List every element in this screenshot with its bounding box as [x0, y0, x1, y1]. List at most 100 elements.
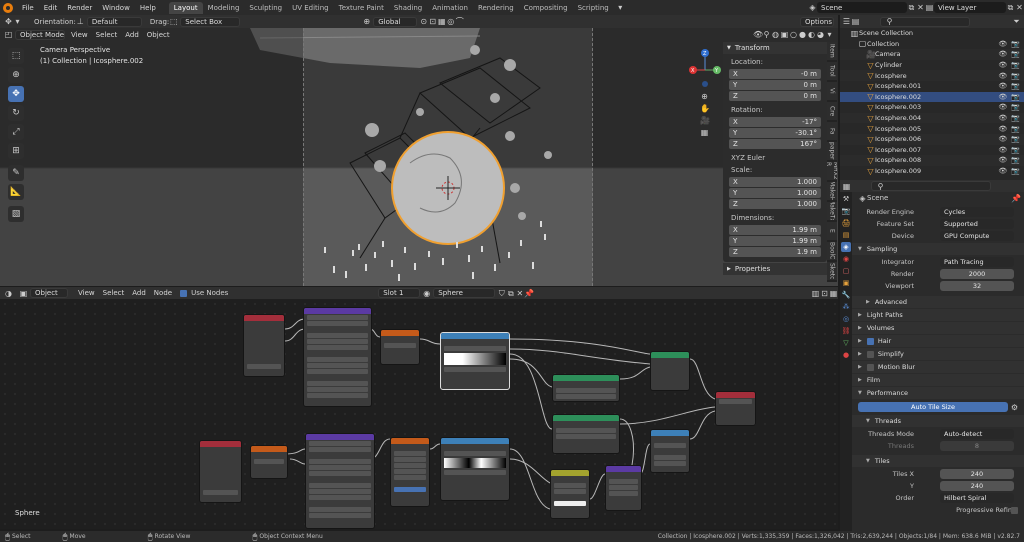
tiles-y-field[interactable]: 240	[940, 481, 1014, 491]
particles-tab-icon[interactable]: ⁂	[841, 302, 851, 312]
sidebar-tab-mhx2[interactable]: MHX2 R	[827, 162, 837, 180]
render-camera-icon[interactable]: 📷	[1011, 72, 1020, 80]
simplify-checkbox[interactable]	[866, 350, 874, 358]
shading-material-icon[interactable]: ◐	[807, 30, 816, 39]
menu-help[interactable]: Help	[135, 4, 161, 12]
film-section[interactable]: ▶ Film	[852, 374, 1024, 386]
viewport-menu-object[interactable]: Object	[143, 31, 174, 39]
pin-icon[interactable]: 📌	[1011, 194, 1021, 203]
menu-edit[interactable]: Edit	[39, 4, 63, 12]
outliner-item[interactable]: ▽ Icosphere.001 👁 📷	[840, 81, 1024, 92]
use-nodes-checkbox[interactable]	[180, 289, 188, 297]
tool-tab-icon[interactable]: ⚒	[841, 194, 851, 204]
world-tab-icon[interactable]: ◉	[841, 254, 851, 264]
render-tab-icon[interactable]: 📷	[841, 206, 851, 216]
node-noise-texture-bottom[interactable]	[390, 437, 430, 507]
menu-render[interactable]: Render	[62, 4, 97, 12]
render-camera-icon[interactable]: 📷	[1011, 40, 1020, 48]
rotation-y-field[interactable]: Y -30.1°	[729, 128, 821, 138]
editor-type-icon[interactable]: ◰	[4, 30, 13, 39]
copy-scene-icon[interactable]: ⧉	[907, 3, 916, 12]
snap-target-icon[interactable]: ▦	[437, 17, 446, 26]
camera-view-icon[interactable]: 🎥	[700, 116, 710, 125]
node-material-output[interactable]	[715, 391, 756, 426]
node-menu-select[interactable]: Select	[99, 289, 129, 297]
render-camera-icon[interactable]: 📷	[1011, 93, 1020, 101]
properties-panel-header[interactable]: ▶ Properties	[723, 263, 827, 275]
visibility-eye-icon[interactable]: 👁	[998, 93, 1007, 101]
drag-dropdown[interactable]: Select Box	[180, 16, 241, 27]
tab-layout[interactable]: Layout	[168, 1, 203, 14]
transform-orientation-dropdown[interactable]: Global	[373, 16, 418, 27]
feature-set-dropdown[interactable]: Supported	[940, 219, 1014, 229]
render-camera-icon[interactable]: 📷	[1011, 135, 1020, 143]
xray-icon[interactable]: ▣	[780, 30, 789, 39]
select-box-tool-icon[interactable]: ⬚	[8, 48, 24, 64]
render-camera-icon[interactable]: 📷	[1011, 50, 1020, 58]
sidebar-tab-paper[interactable]: paper	[827, 142, 837, 160]
outliner-scene-collection[interactable]: ▥ Scene Collection	[840, 28, 1024, 39]
slot-dropdown[interactable]: Slot 1	[378, 288, 421, 298]
visibility-eye-icon[interactable]: 👁	[998, 61, 1007, 69]
tab-scripting[interactable]: Scripting	[573, 2, 614, 14]
tiles-section[interactable]: ▼ Tiles	[852, 455, 1024, 467]
visibility-eye-icon[interactable]: 👁	[998, 40, 1007, 48]
auto-tile-size-button[interactable]: Auto Tile Size	[858, 402, 1008, 412]
sidebar-tab-item[interactable]: Item	[827, 42, 837, 60]
advanced-section[interactable]: ▶ Advanced	[852, 296, 1024, 308]
viewport-samples-field[interactable]: 32	[940, 281, 1014, 291]
overlays-icon[interactable]: ◍	[771, 30, 780, 39]
outliner-item[interactable]: ▽ Icosphere.002 👁 📷	[840, 91, 1024, 103]
material-name-field[interactable]: Sphere	[433, 288, 496, 298]
render-engine-dropdown[interactable]: Cycles	[940, 207, 1014, 217]
sidebar-tab-create[interactable]: Cre	[827, 102, 837, 120]
dimensions-y-field[interactable]: Y 1.99 m	[729, 236, 821, 246]
add-cube-tool-icon[interactable]: ▧	[8, 206, 24, 222]
node-snap-icon[interactable]: ⊡	[820, 289, 829, 298]
node-texture-coordinate[interactable]	[243, 314, 285, 377]
hair-checkbox[interactable]	[866, 337, 874, 345]
add-workspace-icon[interactable]: ▾	[616, 3, 625, 12]
tab-uv-editing[interactable]: UV Editing	[287, 2, 334, 14]
visibility-eye-icon[interactable]: 👁	[998, 125, 1007, 133]
visibility-eye-icon[interactable]: 👁	[998, 72, 1007, 80]
shading-rendered-icon[interactable]: ◕	[816, 30, 825, 39]
node-gradient-bottom[interactable]	[250, 445, 288, 479]
rotation-x-field[interactable]: X -17°	[729, 117, 821, 127]
render-camera-icon[interactable]: 📷	[1011, 103, 1020, 111]
pivot-icon[interactable]: ⊙	[419, 17, 428, 26]
tab-modeling[interactable]: Modeling	[203, 2, 245, 14]
collection-tab-icon[interactable]: ▢	[841, 266, 851, 276]
outliner-item[interactable]: ▢ Collection 👁 📷	[840, 39, 1024, 50]
scale-z-field[interactable]: Z 1.000	[729, 199, 821, 209]
light-paths-section[interactable]: ▶ Light Paths	[852, 309, 1024, 321]
render-camera-icon[interactable]: 📷	[1011, 146, 1020, 154]
render-camera-icon[interactable]: 📷	[1011, 125, 1020, 133]
node-mix-rgb[interactable]	[550, 469, 590, 519]
location-z-field[interactable]: Z 0 m	[729, 91, 821, 101]
measure-tool-icon[interactable]: 📐	[8, 184, 24, 200]
threads-section[interactable]: ▼ Threads	[852, 415, 1024, 427]
render-camera-icon[interactable]: 📷	[1011, 114, 1020, 122]
blender-logo-icon[interactable]	[3, 2, 13, 13]
node-displacement[interactable]	[605, 465, 642, 511]
cursor-tool-icon[interactable]: ⊕	[8, 67, 24, 83]
remove-scene-icon[interactable]: ✕	[916, 3, 925, 12]
node-gradient-texture-top[interactable]	[380, 329, 420, 365]
threads-mode-dropdown[interactable]: Auto-detect	[940, 429, 1014, 439]
3d-viewport[interactable]: Camera Perspective (1) Collection | Icos…	[0, 28, 838, 286]
shader-node-editor[interactable]: Sphere	[0, 299, 838, 529]
visibility-eye-icon[interactable]: 👁	[998, 156, 1007, 164]
menu-file[interactable]: File	[17, 4, 39, 12]
orientation-dropdown[interactable]: Default	[86, 16, 142, 27]
proportional-edit-icon[interactable]: ◎	[446, 17, 455, 26]
motion-blur-checkbox[interactable]	[866, 363, 874, 371]
outliner-item[interactable]: ▽ Icosphere.004 👁 📷	[840, 112, 1024, 124]
tab-shading[interactable]: Shading	[389, 2, 427, 14]
node-overlay-icon[interactable]: ▦	[829, 289, 838, 298]
properties-search[interactable]: ⚲	[871, 181, 991, 191]
render-camera-icon[interactable]: 📷	[1011, 156, 1020, 164]
location-y-field[interactable]: Y 0 m	[729, 80, 821, 90]
location-x-field[interactable]: X -0 m	[729, 69, 821, 79]
pan-hand-icon[interactable]: ✋	[700, 104, 710, 113]
